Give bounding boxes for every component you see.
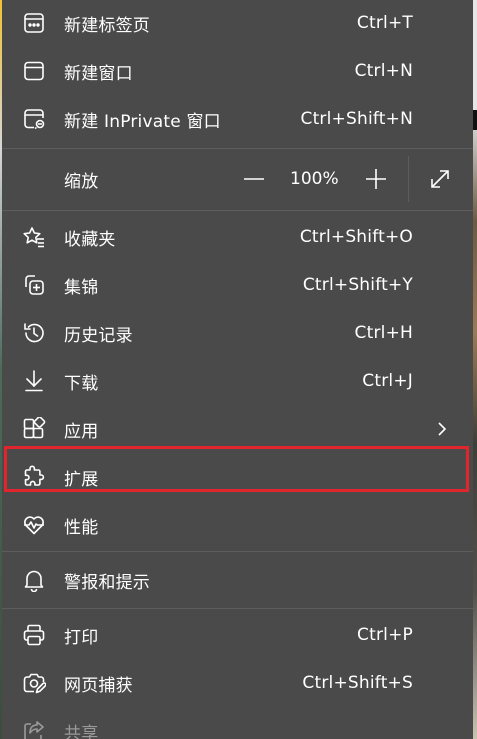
web-capture-label: 网页捕获: [64, 675, 133, 696]
fullscreen-icon: [431, 170, 449, 188]
browser-settings-menu: 新建标签页 Ctrl+T 新建窗口 Ctrl+N 新建 InPrivate 窗口…: [2, 0, 473, 739]
new-tab-shortcut: Ctrl+T: [356, 13, 413, 33]
zoom-out-button[interactable]: [238, 164, 270, 194]
print-label: 打印: [64, 627, 99, 648]
menu-item-new-tab[interactable]: 新建标签页 Ctrl+T: [2, 0, 473, 46]
new-window-shortcut: Ctrl+N: [354, 61, 413, 81]
menu-item-downloads[interactable]: 下载 Ctrl+J: [2, 358, 473, 404]
performance-icon: [22, 513, 46, 537]
menu-item-apps[interactable]: 应用: [2, 406, 473, 452]
zoom-in-button[interactable]: [360, 164, 392, 194]
menu-item-new-window[interactable]: 新建窗口 Ctrl+N: [2, 48, 473, 94]
share-label: 共享: [64, 723, 99, 739]
menu-item-performance[interactable]: 性能: [2, 502, 473, 548]
performance-label: 性能: [64, 517, 99, 538]
menu-item-favorites[interactable]: 收藏夹 Ctrl+Shift+O: [2, 214, 473, 260]
menu-item-share[interactable]: 共享: [2, 708, 473, 739]
minus-icon: [244, 178, 264, 180]
history-icon: [22, 321, 46, 345]
share-icon: [22, 719, 46, 739]
menu-item-collections[interactable]: 集锦 Ctrl+Shift+Y: [2, 262, 473, 308]
history-label: 历史记录: [64, 325, 133, 346]
new-tab-icon: [22, 11, 46, 35]
zoom-label: 缩放: [64, 171, 99, 192]
alerts-label: 警报和提示: [64, 572, 150, 593]
new-window-icon: [22, 59, 46, 83]
new-tab-label: 新建标签页: [64, 15, 150, 36]
zoom-separator: [408, 156, 409, 202]
favorites-icon: [22, 225, 46, 249]
screen: 新建标签页 Ctrl+T 新建窗口 Ctrl+N 新建 InPrivate 窗口…: [0, 0, 477, 739]
history-shortcut: Ctrl+H: [354, 323, 413, 343]
new-inprivate-shortcut: Ctrl+Shift+N: [300, 109, 413, 129]
downloads-label: 下载: [64, 373, 99, 394]
fullscreen-button[interactable]: [424, 164, 456, 194]
extensions-label: 扩展: [64, 469, 99, 490]
downloads-shortcut: Ctrl+J: [362, 371, 413, 391]
web-capture-shortcut: Ctrl+Shift+S: [302, 673, 413, 693]
menu-item-new-inprivate[interactable]: 新建 InPrivate 窗口 Ctrl+Shift+N: [2, 96, 473, 142]
menu-divider: [2, 148, 473, 149]
plus-icon: [366, 169, 386, 189]
menu-divider: [2, 608, 473, 609]
zoom-level: 100%: [290, 169, 339, 189]
bell-icon: [22, 568, 46, 592]
collections-icon: [22, 273, 46, 297]
chevron-right-icon: [435, 420, 449, 438]
menu-divider: [2, 551, 473, 552]
new-window-label: 新建窗口: [64, 63, 133, 84]
menu-item-print[interactable]: 打印 Ctrl+P: [2, 612, 473, 658]
apps-label: 应用: [64, 421, 99, 442]
favorites-label: 收藏夹: [64, 229, 116, 250]
inprivate-icon: [22, 107, 46, 131]
favorites-shortcut: Ctrl+Shift+O: [299, 227, 413, 247]
new-inprivate-label: 新建 InPrivate 窗口: [64, 111, 221, 132]
web-capture-icon: [22, 671, 46, 695]
menu-item-alerts[interactable]: 警报和提示: [2, 555, 473, 605]
print-icon: [22, 623, 46, 647]
menu-item-history[interactable]: 历史记录 Ctrl+H: [2, 310, 473, 356]
menu-item-extensions[interactable]: 扩展: [2, 454, 473, 500]
download-icon: [22, 369, 46, 393]
apps-icon: [22, 417, 46, 441]
menu-item-web-capture[interactable]: 网页捕获 Ctrl+Shift+S: [2, 660, 473, 706]
extensions-icon: [22, 465, 46, 489]
collections-shortcut: Ctrl+Shift+Y: [302, 275, 413, 295]
menu-divider: [2, 210, 473, 211]
collections-label: 集锦: [64, 277, 99, 298]
print-shortcut: Ctrl+P: [357, 625, 413, 645]
background-page-right: [473, 0, 477, 739]
